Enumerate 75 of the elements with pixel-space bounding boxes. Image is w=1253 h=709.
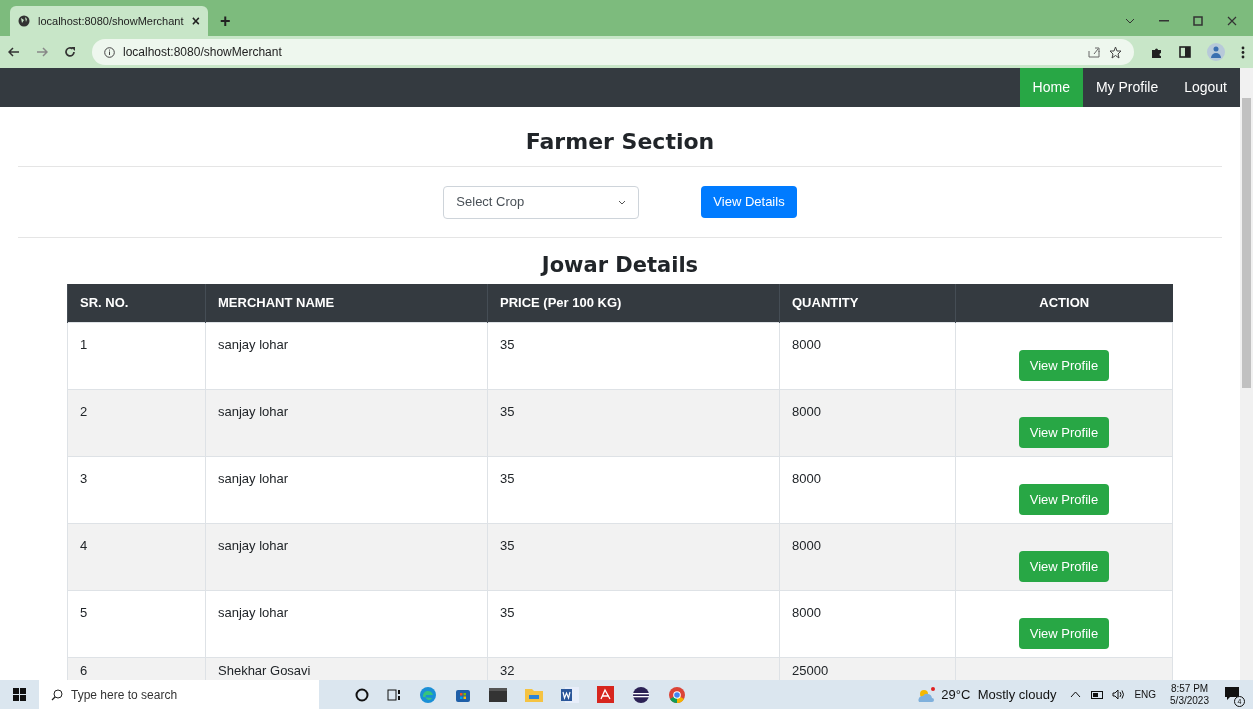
table-cell: 35	[487, 523, 780, 591]
table-cell: 8000	[779, 590, 956, 658]
profile-avatar[interactable]	[1207, 43, 1225, 61]
terminal-window-icon[interactable]	[489, 687, 507, 702]
chevron-down-icon[interactable]	[1125, 18, 1135, 24]
chevron-up-icon[interactable]	[1070, 691, 1082, 698]
weather-text[interactable]: 29°C Mostly cloudy	[936, 684, 1071, 705]
chevron-down-icon	[618, 199, 627, 205]
table-cell: 8000	[779, 456, 956, 524]
task-view-icon[interactable]	[387, 687, 401, 702]
address-bar[interactable]: localhost:8080/showMerchant	[92, 39, 1134, 65]
info-icon[interactable]	[104, 46, 115, 58]
cortana-circle-icon[interactable]	[355, 687, 369, 702]
table-cell: sanjay lohar	[205, 456, 488, 524]
share-icon[interactable]	[1088, 46, 1101, 58]
kebab-menu-icon[interactable]	[1241, 45, 1245, 59]
table-cell: 8000	[779, 389, 956, 457]
url-text: localhost:8080/showMerchant	[123, 44, 282, 61]
scrollbar[interactable]	[1240, 68, 1253, 680]
weather-cloud-sun-icon[interactable]	[916, 686, 937, 703]
table-cell: 5	[67, 590, 206, 658]
table-cell: sanjay lohar	[205, 590, 488, 658]
table-cell: sanjay lohar	[205, 523, 488, 591]
battery-icon[interactable]	[1091, 690, 1105, 699]
speaker-icon[interactable]	[1112, 689, 1127, 700]
table-cell: 35	[487, 456, 780, 524]
edge-browser-icon[interactable]	[419, 685, 437, 704]
table-cell: 8000	[779, 523, 956, 591]
close-tab-button[interactable]: ×	[191, 10, 200, 32]
language-indicator[interactable]: ENG	[1134, 687, 1157, 702]
person-icon	[1211, 46, 1221, 58]
forward-icon[interactable]	[36, 47, 48, 57]
nav-link[interactable]: Logout	[1171, 68, 1240, 107]
windows-logo-icon[interactable]	[13, 688, 26, 701]
table-cell: sanjay lohar	[205, 389, 488, 457]
clock[interactable]: 8:57 PM 5/3/2023	[1170, 682, 1209, 707]
back-icon[interactable]	[8, 47, 20, 57]
word-document-icon[interactable]	[561, 686, 579, 703]
table-cell: 35	[487, 322, 780, 390]
close-icon[interactable]	[1227, 16, 1237, 26]
column-header: ACTION	[955, 283, 1173, 323]
table-cell: 1	[67, 322, 206, 390]
folder-icon[interactable]	[525, 687, 543, 702]
new-tab-button[interactable]: +	[208, 6, 243, 36]
notification-icon	[1225, 686, 1239, 700]
star-icon[interactable]	[1109, 45, 1122, 59]
column-header: MERCHANT NAME	[205, 283, 488, 323]
scrollbar-thumb[interactable]	[1242, 98, 1251, 388]
pdf-reader-icon[interactable]	[597, 686, 614, 703]
tab-title: localhost:8080/showMerchant	[38, 13, 184, 29]
table-cell: 4	[67, 523, 206, 591]
reload-icon[interactable]	[64, 46, 76, 58]
view-details-button[interactable]: View Details	[701, 186, 797, 218]
table-cell: 8000	[779, 322, 956, 390]
section-title: Farmer Section	[524, 128, 716, 156]
side-panel-icon[interactable]	[1179, 46, 1191, 58]
table-cell: 3	[67, 456, 206, 524]
search-icon	[51, 688, 63, 701]
browser-tab[interactable]: localhost:8080/showMerchant ×	[10, 6, 208, 36]
crop-select[interactable]: Select Crop	[443, 185, 640, 219]
maximize-icon[interactable]	[1193, 16, 1203, 26]
eclipse-ide-icon[interactable]	[632, 685, 650, 704]
globe-icon	[18, 15, 30, 27]
column-header: PRICE (Per 100 KG)	[487, 283, 780, 323]
chrome-browser-icon[interactable]	[668, 685, 686, 704]
table-title: Jowar Details	[539, 252, 700, 279]
table-cell: 2	[67, 389, 206, 457]
table-cell: 35	[487, 389, 780, 457]
taskbar-search-field[interactable]: Type here to search	[39, 680, 319, 709]
column-header: SR. NO.	[67, 283, 206, 323]
column-header: QUANTITY	[779, 283, 956, 323]
minimize-icon[interactable]	[1159, 20, 1169, 22]
nav-link[interactable]: My Profile	[1082, 68, 1172, 107]
table-cell: 35	[487, 590, 780, 658]
table-cell: sanjay lohar	[205, 322, 488, 390]
